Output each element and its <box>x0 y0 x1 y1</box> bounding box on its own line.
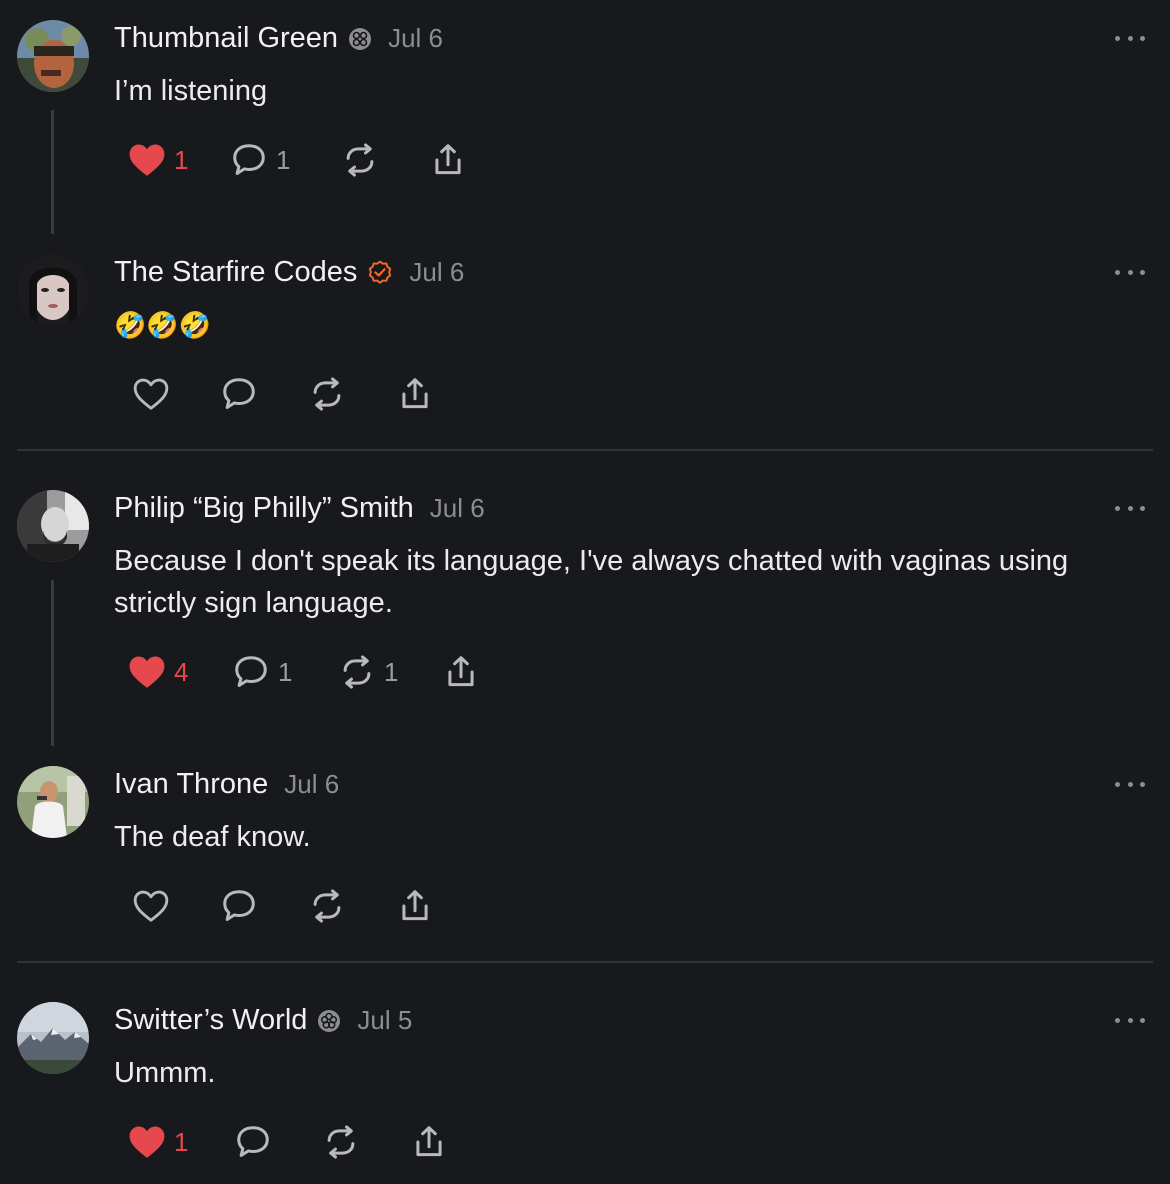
share-icon <box>448 656 474 687</box>
reply-icon <box>223 890 255 921</box>
repost-button[interactable] <box>308 375 396 413</box>
like-count: 1 <box>174 144 189 175</box>
share-button[interactable] <box>396 375 434 413</box>
flower-badge-icon <box>348 27 372 51</box>
post-text: 🤣🤣🤣 <box>114 310 212 340</box>
thread-divider <box>17 961 1153 963</box>
share-button[interactable] <box>396 887 434 925</box>
post-header: The Starfire Codes Jul 6 <box>114 256 464 289</box>
reply-button[interactable] <box>234 1123 322 1161</box>
avatar[interactable] <box>17 1002 89 1074</box>
author-name[interactable]: Switter’s World <box>114 1004 307 1037</box>
like-button[interactable]: 4 <box>128 654 232 690</box>
flower-badge-icon <box>317 1009 341 1033</box>
post-text: Because I don't speak its language, I've… <box>114 545 1069 619</box>
repost-icon <box>346 143 374 177</box>
like-button[interactable]: 1 <box>128 142 230 178</box>
repost-button[interactable] <box>322 1123 410 1161</box>
more-options-button[interactable] <box>1115 262 1145 282</box>
post-date[interactable]: Jul 6 <box>388 23 443 54</box>
share-icon <box>435 144 461 175</box>
post-header: Ivan Throne Jul 6 <box>114 768 339 801</box>
like-count: 4 <box>174 656 189 687</box>
heart-filled-icon <box>129 144 165 176</box>
thread-line <box>51 580 54 746</box>
post-text: The deaf know. <box>114 821 311 853</box>
repost-icon <box>313 889 341 923</box>
like-button[interactable] <box>132 888 220 924</box>
reply-button[interactable] <box>220 375 308 413</box>
reply-icon <box>223 378 255 409</box>
avatar[interactable] <box>17 20 89 92</box>
repost-icon <box>313 377 341 411</box>
reply-count: 1 <box>276 144 291 175</box>
post-actions <box>132 886 434 926</box>
share-button[interactable] <box>410 1123 448 1161</box>
heart-filled-icon <box>129 656 165 688</box>
repost-icon <box>327 1125 355 1159</box>
post-header: Switter’s World Jul 5 <box>114 1004 412 1037</box>
reply-icon <box>235 656 267 687</box>
author-name[interactable]: Thumbnail Green <box>114 22 338 55</box>
post-actions: 4 1 1 <box>128 652 480 692</box>
author-name[interactable]: The Starfire Codes <box>114 256 357 289</box>
share-icon <box>402 890 428 921</box>
share-button[interactable] <box>442 653 480 691</box>
post-date[interactable]: Jul 6 <box>409 257 464 288</box>
reply-button[interactable] <box>220 887 308 925</box>
repost-count: 1 <box>384 656 399 687</box>
avatar[interactable] <box>17 490 89 562</box>
repost-button[interactable] <box>308 887 396 925</box>
reply-button[interactable]: 1 <box>232 653 338 691</box>
post-date[interactable]: Jul 6 <box>284 769 339 800</box>
like-button[interactable] <box>132 376 220 412</box>
post-actions <box>132 374 434 414</box>
more-options-button[interactable] <box>1115 774 1145 794</box>
more-options-button[interactable] <box>1115 28 1145 48</box>
reply-button[interactable]: 1 <box>230 141 341 179</box>
author-name[interactable]: Ivan Throne <box>114 768 268 801</box>
post-date[interactable]: Jul 5 <box>357 1005 412 1036</box>
repost-button[interactable] <box>341 141 429 179</box>
repost-icon <box>343 655 371 689</box>
heart-filled-icon <box>129 1126 165 1158</box>
share-button[interactable] <box>429 141 467 179</box>
share-icon <box>402 378 428 409</box>
more-options-button[interactable] <box>1115 1010 1145 1030</box>
reply-icon <box>237 1126 269 1157</box>
like-count: 1 <box>174 1126 189 1157</box>
post-header: Thumbnail Green Jul 6 <box>114 22 443 55</box>
avatar[interactable] <box>17 254 89 326</box>
post-date[interactable]: Jul 6 <box>430 493 485 524</box>
heart-outline-icon <box>133 890 169 922</box>
like-button[interactable]: 1 <box>128 1124 234 1160</box>
post-text: Ummm. <box>114 1057 216 1089</box>
post-text: I’m listening <box>114 75 268 107</box>
more-options-button[interactable] <box>1115 498 1145 518</box>
share-icon <box>416 1126 442 1157</box>
reply-count: 1 <box>278 656 293 687</box>
post-actions: 1 <box>128 1122 448 1162</box>
reply-icon <box>233 144 265 175</box>
post-actions: 1 1 <box>128 140 467 180</box>
author-name[interactable]: Philip “Big Philly” Smith <box>114 492 414 525</box>
thread-divider <box>17 449 1153 451</box>
verified-check-icon <box>367 260 393 286</box>
avatar[interactable] <box>17 766 89 838</box>
thread-line <box>51 110 54 234</box>
heart-outline-icon <box>133 378 169 410</box>
post-header: Philip “Big Philly” Smith Jul 6 <box>114 492 485 525</box>
repost-button[interactable]: 1 <box>338 653 442 691</box>
